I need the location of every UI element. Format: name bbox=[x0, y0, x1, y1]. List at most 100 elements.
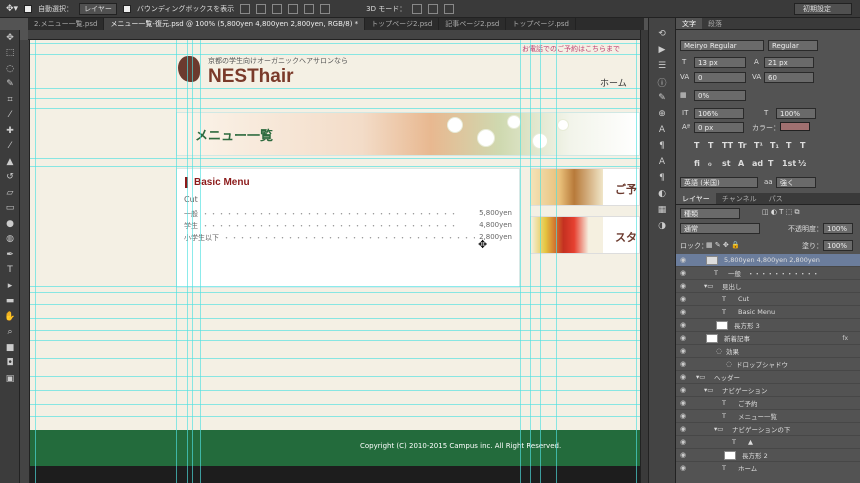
eye-icon[interactable]: ◉ bbox=[676, 373, 690, 381]
guide-line[interactable] bbox=[30, 340, 640, 341]
layer-row[interactable]: ◉ T Cut bbox=[676, 293, 860, 306]
eye-icon[interactable]: ◉ bbox=[676, 464, 690, 471]
canvas-scrollbar[interactable] bbox=[640, 30, 648, 483]
shape-icon[interactable]: ▬ bbox=[0, 294, 20, 310]
font-family-dropdown[interactable]: Meiryo Regular bbox=[680, 40, 764, 51]
guide-line[interactable] bbox=[176, 40, 177, 483]
tab-paths[interactable]: パス bbox=[763, 193, 789, 204]
tab-layers[interactable]: レイヤー bbox=[676, 193, 716, 204]
auto-select-checkbox[interactable] bbox=[24, 4, 33, 13]
guide-line[interactable] bbox=[540, 40, 541, 483]
char-style-icon[interactable]: A bbox=[649, 154, 675, 170]
marquee-icon[interactable]: ⬚ bbox=[0, 46, 20, 62]
underline-button[interactable]: T bbox=[786, 141, 791, 150]
guide-line[interactable] bbox=[530, 40, 531, 483]
font-style-dropdown[interactable]: Regular bbox=[768, 40, 818, 51]
language-dropdown[interactable]: 英語 (米国) bbox=[680, 177, 758, 188]
swash-button[interactable]: A bbox=[738, 159, 744, 168]
font-size-field[interactable]: 13 px bbox=[694, 57, 746, 68]
horizontal-scale-field[interactable]: 100% bbox=[776, 108, 816, 119]
guide-line[interactable] bbox=[30, 404, 640, 405]
guide-line[interactable] bbox=[30, 292, 640, 293]
eye-icon[interactable]: ◉ bbox=[676, 282, 690, 290]
guide-line[interactable] bbox=[520, 40, 521, 483]
faux-italic-button[interactable]: T bbox=[708, 141, 713, 150]
eraser-icon[interactable]: ▱ bbox=[0, 185, 20, 201]
titling-alt-button[interactable]: T bbox=[768, 159, 773, 168]
tsume-field[interactable]: 0% bbox=[694, 90, 746, 101]
eye-icon[interactable]: ◉ bbox=[676, 451, 690, 459]
fill-field[interactable]: 100% bbox=[823, 240, 853, 251]
layer-row[interactable]: ◉ 長方形 2 bbox=[676, 449, 860, 462]
layer-row[interactable]: ◉ T 一般 ・・・・・・・・・・・ bbox=[676, 267, 860, 280]
filter-icons[interactable]: ◫ ◐ T ⬚ ⧉ bbox=[762, 208, 800, 217]
para-style-icon[interactable]: ¶ bbox=[649, 170, 675, 186]
fx-icon[interactable]: fx bbox=[842, 335, 848, 342]
eye-icon[interactable]: ◉ bbox=[676, 412, 690, 420]
faux-bold-button[interactable]: T bbox=[694, 141, 699, 150]
fractions-button[interactable]: ½ bbox=[798, 159, 806, 168]
guide-line[interactable] bbox=[30, 43, 640, 44]
stamp-icon[interactable]: ▲ bbox=[0, 154, 20, 170]
color-icon[interactable]: ◐ bbox=[649, 186, 675, 202]
guide-line[interactable] bbox=[636, 40, 637, 483]
layer-row[interactable]: ◉ ▾▭ ナビゲーションの下 bbox=[676, 423, 860, 436]
small-caps-button[interactable]: Tr bbox=[738, 141, 747, 150]
eye-icon[interactable]: ◉ bbox=[676, 269, 690, 277]
history-icon[interactable]: ⟲ bbox=[649, 26, 675, 42]
tab-doc-3[interactable]: トップページ2.psd bbox=[365, 18, 440, 30]
character-icon[interactable]: A bbox=[649, 122, 675, 138]
guide-line[interactable] bbox=[30, 358, 640, 359]
layer-row[interactable]: ◉ ▾▭ 見出し bbox=[676, 280, 860, 293]
gradient-icon[interactable]: ▭ bbox=[0, 201, 20, 217]
align-center-icon[interactable] bbox=[304, 3, 315, 14]
quick-select-icon[interactable]: ✎ bbox=[0, 77, 20, 93]
horizontal-ruler[interactable] bbox=[28, 30, 640, 40]
align-bottom-icon[interactable] bbox=[272, 3, 283, 14]
layer-row[interactable]: ◉ T Basic Menu bbox=[676, 306, 860, 319]
zoom-icon[interactable]: ⌕ bbox=[0, 325, 20, 341]
layer-row[interactable]: ◉ ▾▭ ヘッダー bbox=[676, 371, 860, 384]
lasso-icon[interactable]: ◌ bbox=[0, 61, 20, 77]
path-select-icon[interactable]: ▸ bbox=[0, 278, 20, 294]
layer-row[interactable]: ◉ T ▲ bbox=[676, 436, 860, 449]
superscript-button[interactable]: T¹ bbox=[754, 141, 763, 150]
eye-icon[interactable]: ◉ bbox=[676, 399, 690, 407]
guide-line[interactable] bbox=[30, 416, 640, 417]
properties-icon[interactable]: ☰ bbox=[649, 58, 675, 74]
guide-line[interactable] bbox=[192, 40, 193, 483]
eye-icon[interactable]: ◉ bbox=[676, 334, 690, 342]
guide-line[interactable] bbox=[30, 54, 640, 55]
3d-orbit-icon[interactable] bbox=[412, 3, 423, 14]
guide-line[interactable] bbox=[187, 40, 188, 483]
text-color-swatch[interactable] bbox=[780, 122, 810, 131]
dodge-icon[interactable]: ◍ bbox=[0, 232, 20, 248]
swatches-icon[interactable]: ▦ bbox=[649, 202, 675, 218]
eye-icon[interactable]: ◉ bbox=[676, 360, 690, 368]
eye-icon[interactable]: ◉ bbox=[676, 425, 690, 433]
eye-icon[interactable]: ◉ bbox=[676, 321, 690, 329]
guide-line[interactable] bbox=[30, 304, 640, 305]
document-canvas[interactable]: 京都の学生向けオーガニックヘアサロンなら NESThair お電話でのご予約はこ… bbox=[30, 40, 640, 483]
eye-icon[interactable]: ◉ bbox=[676, 308, 690, 316]
brush-panel-icon[interactable]: ✎ bbox=[649, 90, 675, 106]
blend-mode-dropdown[interactable]: 通常 bbox=[680, 223, 760, 234]
blur-icon[interactable]: ● bbox=[0, 216, 20, 232]
3d-pan-icon[interactable] bbox=[444, 3, 455, 14]
layer-row[interactable]: ◉ 長方形 3 bbox=[676, 319, 860, 332]
layer-row[interactable]: ◉ ◌ 効果 bbox=[676, 345, 860, 358]
3d-roll-icon[interactable] bbox=[428, 3, 439, 14]
crop-icon[interactable]: ⌗ bbox=[0, 92, 20, 108]
opacity-field[interactable]: 100% bbox=[823, 223, 853, 234]
guide-line[interactable] bbox=[30, 98, 640, 99]
guide-line[interactable] bbox=[35, 40, 36, 483]
screen-mode-icon[interactable]: ▣ bbox=[0, 371, 20, 387]
healing-icon[interactable]: ✚ bbox=[0, 123, 20, 139]
actions-icon[interactable]: ▶ bbox=[649, 42, 675, 58]
align-top-icon[interactable] bbox=[240, 3, 251, 14]
layer-row[interactable]: ◉ T ご予約 bbox=[676, 397, 860, 410]
paragraph-icon[interactable]: ¶ bbox=[649, 138, 675, 154]
adjustments-icon[interactable]: ◑ bbox=[649, 218, 675, 234]
info-icon[interactable]: ⓘ bbox=[649, 74, 675, 90]
leading-field[interactable]: 21 px bbox=[764, 57, 814, 68]
